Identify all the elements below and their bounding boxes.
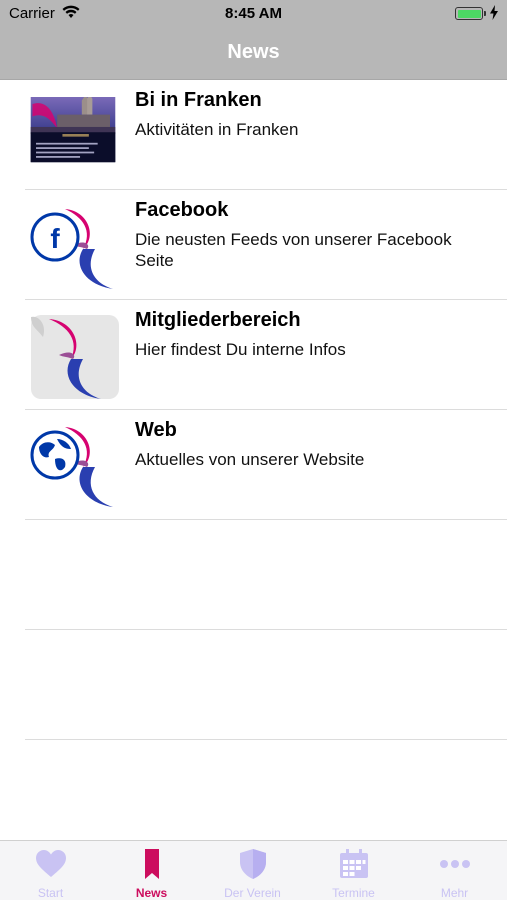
tab-news[interactable]: News: [101, 841, 202, 900]
tab-label: Start: [37, 886, 64, 900]
list-item-subtitle: Die neusten Feeds von unserer Facebook S…: [135, 230, 452, 270]
page-title: News: [227, 41, 280, 63]
list-item-web[interactable]: Web Aktuelles von unserer Website: [0, 410, 507, 520]
tab-label: Mehr: [440, 886, 469, 900]
empty-list-row: [0, 630, 507, 740]
tab-start[interactable]: Start: [0, 841, 101, 900]
status-bar: Carrier 8:45 AM: [0, 0, 507, 28]
tab-label: Termine: [332, 886, 375, 900]
list-item-title: Facebook: [135, 199, 229, 221]
tab-termine[interactable]: Termine: [303, 841, 404, 900]
heart-icon: [36, 850, 66, 877]
tab-label: News: [135, 886, 168, 900]
list-item-facebook[interactable]: f Facebook Die neusten Feeds von unserer…: [0, 190, 507, 300]
list-item-subtitle: Hier findest Du interne Infos: [135, 340, 346, 359]
tab-der-verein[interactable]: Der Verein: [202, 841, 303, 900]
bookmark-icon: [145, 849, 159, 879]
list-item-bi-in-franken[interactable]: Bi in Franken Aktivitäten in Franken: [0, 80, 507, 190]
list-item-title: Mitgliederbereich: [135, 309, 301, 331]
bi-in-franken-thumbnail: [30, 97, 116, 163]
navigation-bar: News: [0, 28, 507, 80]
battery-icon: [455, 7, 486, 20]
charging-bolt-icon: [490, 5, 498, 20]
members-bi-logo-icon: [31, 315, 119, 399]
calendar-icon: [340, 849, 368, 878]
list-item-subtitle: Aktivitäten in Franken: [135, 120, 299, 139]
globe-bi-logo-icon: [30, 427, 113, 507]
tab-mehr[interactable]: Mehr: [404, 841, 505, 900]
empty-list-row: [0, 520, 507, 630]
more-dots-icon: [440, 860, 470, 868]
list-item-mitgliederbereich[interactable]: Mitgliederbereich Hier findest Du intern…: [0, 300, 507, 410]
status-time: 8:45 AM: [225, 5, 282, 22]
list-item-title: Web: [135, 419, 177, 441]
tab-label: Der Verein: [224, 886, 281, 900]
list-item-title: Bi in Franken: [135, 89, 262, 111]
news-list: Bi in Franken Aktivitäten in Franken f F…: [0, 80, 507, 740]
shield-icon: [240, 849, 266, 879]
list-item-subtitle: Aktuelles von unserer Website: [135, 450, 365, 469]
facebook-bi-logo-icon: f: [30, 209, 113, 289]
svg-text:f: f: [50, 223, 60, 254]
tab-bar: Start News Der Verein Termine Mehr: [0, 840, 507, 900]
